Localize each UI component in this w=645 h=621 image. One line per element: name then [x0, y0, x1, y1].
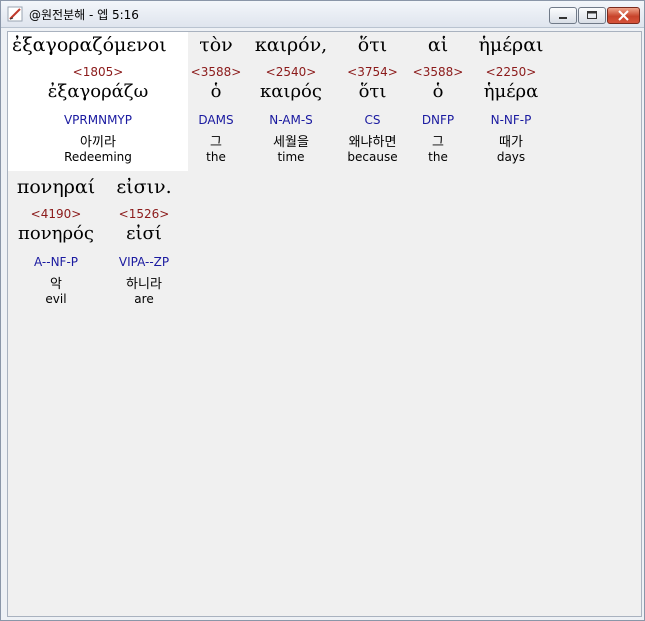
app-window: @원전분해 - 엡 5:16 ἐξαγοραζόμενοι <1805> ἐξα…	[0, 0, 645, 621]
strong-number: <3588>	[190, 65, 242, 79]
english-gloss: the	[428, 150, 448, 164]
minimize-icon	[559, 17, 567, 19]
minimize-button[interactable]	[549, 7, 577, 24]
korean-gloss: 때가	[499, 135, 523, 150]
maximize-icon	[587, 11, 597, 19]
morphology-code: N-AM-S	[269, 113, 313, 127]
english-gloss: Redeeming	[64, 150, 132, 164]
english-gloss: days	[496, 150, 526, 164]
word-cell[interactable]: ἡμέραι <2250> ἡμέρα N-NF-P 때가 days	[467, 32, 555, 171]
word-cell[interactable]: εἰσιν. <1526> εἰσί VIPA--ZP 하니라 are	[104, 174, 184, 313]
morphology-code: DAMS	[198, 113, 234, 127]
strong-number: <4190>	[30, 207, 82, 221]
lemma: ὁ	[432, 81, 444, 102]
english-gloss: because	[347, 150, 398, 164]
strong-number: <2540>	[265, 65, 317, 79]
greek-word: καιρόν,	[254, 34, 328, 56]
korean-gloss: 그	[432, 135, 444, 150]
lemma: ὅτι	[358, 81, 387, 102]
english-gloss: time	[277, 150, 305, 164]
lemma: ὁ	[210, 81, 222, 102]
strong-number: <3754>	[347, 65, 398, 79]
greek-word: τὸν	[199, 34, 233, 56]
morphology-code: DNFP	[421, 113, 455, 127]
morphology-code: VPRMNMYP	[63, 113, 133, 127]
strong-number: <1805>	[72, 65, 124, 79]
pen-icon	[7, 6, 23, 22]
morphology-code: VIPA--ZP	[118, 255, 170, 269]
greek-word: πονηραί	[16, 176, 96, 198]
morphology-code: A--NF-P	[33, 255, 79, 269]
lemma: πονηρός	[18, 223, 94, 244]
morphology-code: CS	[364, 113, 381, 127]
english-gloss: are	[134, 292, 154, 306]
word-cell[interactable]: καιρόν, <2540> καιρός N-AM-S 세월을 time	[245, 32, 337, 171]
word-cell[interactable]: πονηραί <4190> πονηρός A--NF-P 악 evil	[8, 174, 104, 313]
greek-word: εἰσιν.	[116, 176, 172, 198]
greek-word: ἐξαγοραζόμενοι	[12, 34, 167, 56]
korean-gloss: 그	[210, 135, 222, 150]
korean-gloss: 왜냐하면	[348, 135, 397, 150]
strong-number: <1526>	[118, 207, 170, 221]
korean-gloss: 아끼라	[80, 135, 116, 150]
english-gloss: evil	[45, 292, 67, 306]
word-cell[interactable]: τὸν <3588> ὁ DAMS 그 the	[188, 32, 244, 171]
greek-word: αἱ	[427, 34, 449, 56]
close-icon	[618, 10, 629, 21]
window-title: @원전분해 - 엡 5:16	[29, 8, 139, 22]
title-bar[interactable]: @원전분해 - 엡 5:16	[1, 1, 644, 28]
word-cell[interactable]: ὅτι <3754> ὅτι CS 왜냐하면 because	[335, 32, 410, 171]
lemma: εἰσί	[126, 223, 162, 244]
maximize-button[interactable]	[578, 7, 606, 24]
interlinear-view: ἐξαγοραζόμενοι <1805> ἐξαγοράζω VPRMNMYP…	[7, 31, 642, 617]
lemma: ἐξαγοράζω	[47, 81, 149, 102]
english-gloss: the	[206, 150, 226, 164]
greek-word: ὅτι	[357, 34, 388, 56]
word-cell[interactable]: ἐξαγοραζόμενοι <1805> ἐξαγοράζω VPRMNMYP…	[8, 32, 188, 171]
korean-gloss: 하니라	[126, 277, 162, 292]
word-cell[interactable]: αἱ <3588> ὁ DNFP 그 the	[410, 32, 466, 171]
strong-number: <3588>	[412, 65, 464, 79]
korean-gloss: 악	[50, 277, 62, 292]
lemma: ἡμέρα	[483, 81, 539, 102]
strong-number: <2250>	[485, 65, 537, 79]
lemma: καιρός	[260, 81, 322, 102]
morphology-code: N-NF-P	[490, 113, 532, 127]
korean-gloss: 세월을	[273, 135, 309, 150]
greek-word: ἡμέραι	[478, 34, 544, 56]
close-button[interactable]	[607, 7, 640, 24]
